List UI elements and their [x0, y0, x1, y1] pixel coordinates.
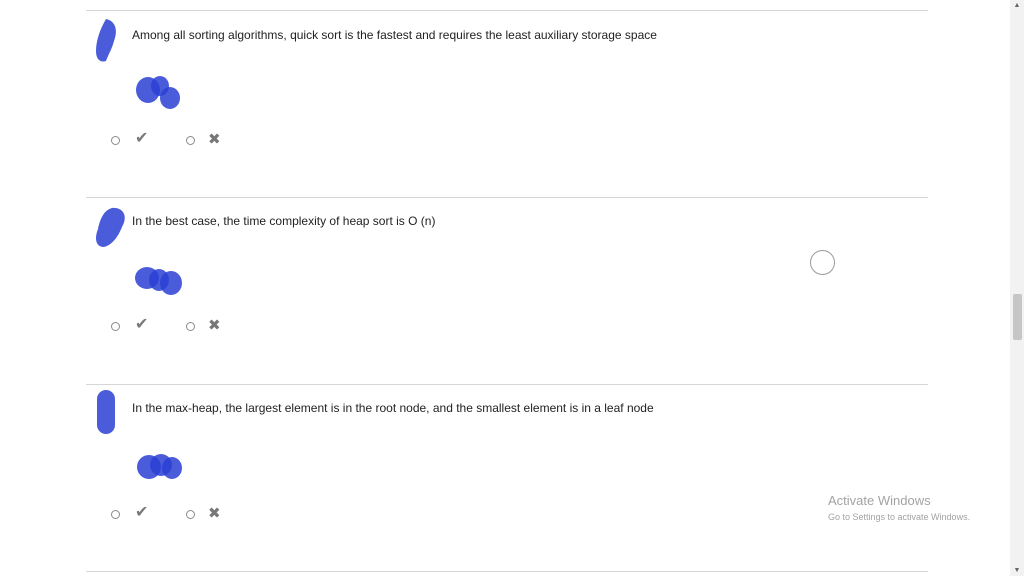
question-text: Among all sorting algorithms, quick sort…	[132, 28, 657, 42]
answer-scribble	[136, 76, 180, 109]
answer-scribble	[135, 267, 182, 295]
divider	[86, 197, 928, 198]
option-true-radio[interactable]	[111, 136, 120, 145]
scroll-thumb[interactable]	[1013, 294, 1022, 340]
floating-circle-button[interactable]	[810, 250, 835, 275]
check-icon: ✔	[135, 504, 149, 521]
option-true-radio[interactable]	[111, 510, 120, 519]
divider	[86, 10, 928, 11]
option-false-radio[interactable]	[186, 322, 195, 331]
activate-windows-title: Activate Windows	[828, 493, 931, 508]
divider	[86, 571, 928, 572]
option-false-radio[interactable]	[186, 510, 195, 519]
question-number-scribble	[97, 390, 115, 434]
cross-icon: ✖	[208, 131, 221, 148]
cross-icon: ✖	[208, 505, 221, 522]
check-icon: ✔	[135, 316, 149, 333]
cross-icon: ✖	[208, 317, 221, 334]
answer-scribble	[137, 454, 182, 479]
option-false-radio[interactable]	[186, 136, 195, 145]
question-number-scribble	[96, 207, 125, 247]
question-number-scribble	[96, 19, 116, 62]
question-text: In the max-heap, the largest element is …	[132, 401, 654, 415]
divider	[86, 384, 928, 385]
check-icon: ✔	[135, 130, 149, 147]
vertical-scrollbar[interactable]: ▲ ▼	[1010, 0, 1024, 576]
scroll-down-icon[interactable]: ▼	[1013, 567, 1021, 574]
option-true-radio[interactable]	[111, 322, 120, 331]
scroll-up-icon[interactable]: ▲	[1013, 2, 1021, 9]
activate-windows-subtitle: Go to Settings to activate Windows.	[828, 512, 971, 522]
question-text: In the best case, the time complexity of…	[132, 214, 436, 228]
